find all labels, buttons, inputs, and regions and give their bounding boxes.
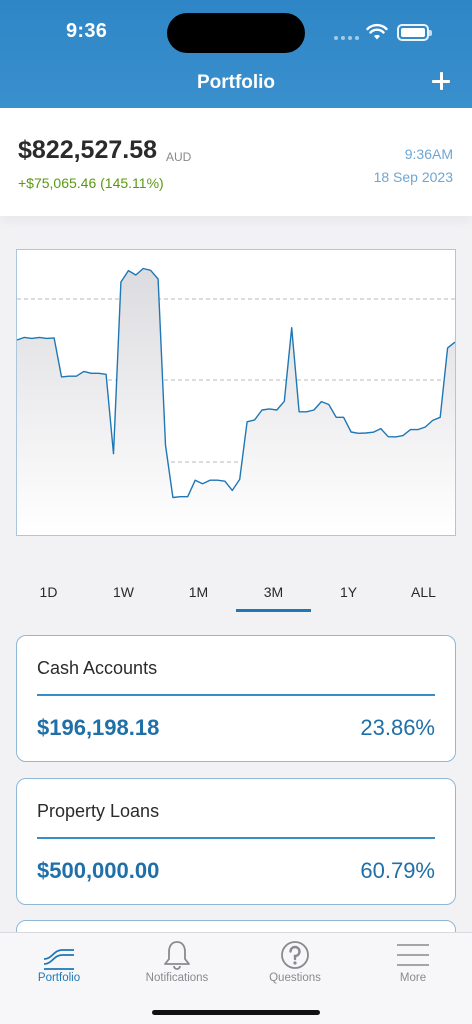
portfolio-screen: 9:36 Portfolio $822,527.58 AUD +$75,065.… [0, 0, 472, 1024]
tab-label: Notifications [145, 972, 209, 984]
card-percent: 23.86% [360, 715, 435, 740]
card-title: Cash Accounts [37, 658, 158, 678]
tab-label: More [399, 972, 427, 984]
wifi-icon [366, 23, 388, 40]
status-time: 9:36 [66, 20, 108, 42]
card-amount: $196,198.18 [37, 715, 160, 740]
portfolio-chart-icon [43, 949, 74, 970]
card-divider [37, 694, 435, 696]
menu-icon [397, 944, 429, 966]
tab-label: Questions [269, 972, 321, 984]
total-value: $822,527.58 [18, 136, 158, 164]
header-bar: 9:36 Portfolio [0, 0, 472, 108]
card-percent: 60.79% [360, 858, 435, 883]
chart-area-fill [17, 268, 455, 535]
card-title: Property Loans [37, 801, 160, 821]
card-amount: $500,000.00 [37, 858, 160, 883]
bell-icon [164, 941, 190, 970]
updated-date: 18 Sep 2023 [373, 169, 453, 185]
tab-label: Portfolio [37, 972, 81, 984]
range-selector: 1D 1W 1M 3M 1Y ALL [11, 576, 461, 612]
range-tab-1m[interactable]: 1M [161, 576, 236, 612]
home-indicator [152, 1010, 320, 1015]
range-tab-1d[interactable]: 1D [11, 576, 86, 612]
updated-time: 9:36AM [404, 146, 453, 162]
dynamic-island [167, 13, 305, 53]
range-tab-1y[interactable]: 1Y [311, 576, 386, 612]
portfolio-chart[interactable] [16, 249, 456, 536]
tab-more[interactable]: More [354, 933, 472, 1024]
range-tab-3m[interactable]: 3M [236, 576, 311, 612]
card-divider [37, 837, 435, 839]
chart-svg [16, 267, 456, 535]
currency-label: AUD [166, 150, 192, 164]
page-title: Portfolio [196, 72, 276, 93]
cash-accounts-card[interactable]: Cash Accounts $196,198.18 23.86% [16, 635, 456, 762]
question-icon [281, 941, 309, 969]
portfolio-summary: $822,527.58 AUD +$75,065.46 (145.11%) 9:… [0, 108, 472, 216]
property-loans-card[interactable]: Property Loans $500,000.00 60.79% [16, 778, 456, 905]
battery-icon [397, 24, 432, 41]
cellular-signal-icon [334, 36, 359, 40]
range-tab-1w[interactable]: 1W [86, 576, 161, 612]
add-button[interactable] [426, 66, 456, 96]
tab-portfolio[interactable]: Portfolio [0, 933, 118, 1024]
range-tab-all[interactable]: ALL [386, 576, 461, 612]
value-change: +$75,065.46 (145.11%) [18, 175, 164, 191]
